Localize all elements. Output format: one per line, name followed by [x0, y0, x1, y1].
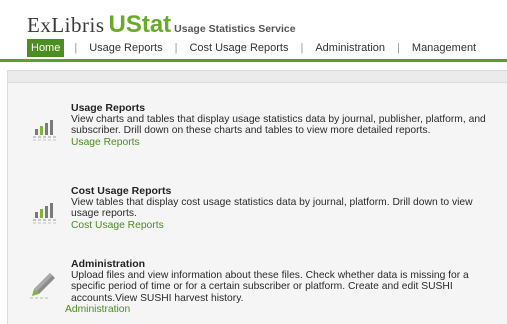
- bar-chart-icon: [32, 117, 60, 143]
- nav-separator: |: [397, 42, 400, 54]
- cost-usage-reports-link[interactable]: Cost Usage Reports: [71, 220, 491, 231]
- section-title: Usage Reports: [71, 102, 146, 114]
- section-title: Administration: [71, 258, 146, 270]
- section-title: Cost Usage Reports: [71, 185, 172, 197]
- main-nav: Home | Usage Reports | Cost Usage Reports | Ad…: [27, 39, 478, 57]
- section-text: Usage Reports View charts and tables tha…: [71, 102, 491, 148]
- nav-usage-reports[interactable]: Usage Reports: [87, 39, 164, 57]
- content-top-strip: [8, 71, 507, 83]
- ustat-logo: UStat: [108, 11, 172, 38]
- section-description: View charts and tables that display usag…: [71, 114, 486, 137]
- nav-management[interactable]: Management: [410, 39, 478, 57]
- nav-administration[interactable]: Administration: [313, 39, 387, 57]
- nav-separator: |: [74, 42, 78, 54]
- administration-link[interactable]: Administration: [65, 304, 491, 315]
- exlibris-logo: ExLibris: [27, 13, 105, 37]
- nav-cost-usage-reports[interactable]: Cost Usage Reports: [187, 39, 290, 57]
- section-description: View tables that display cost usage stat…: [71, 197, 473, 220]
- usage-reports-link[interactable]: Usage Reports: [71, 137, 491, 148]
- header: ExLibris UStat Usage Statistics Service Ho…: [0, 0, 507, 62]
- nav-separator: |: [300, 42, 304, 54]
- section-text: Cost Usage Reports View tables that disp…: [71, 185, 491, 231]
- brand-logo[interactable]: ExLibris UStat Usage Statistics Service: [27, 11, 296, 38]
- nav-separator: |: [174, 42, 178, 54]
- main-content: Usage Reports View charts and tables tha…: [7, 70, 507, 324]
- pencil-icon: [28, 270, 56, 299]
- section-text: Administration Upload files and view inf…: [65, 258, 491, 315]
- bar-chart-icon: [32, 200, 60, 226]
- section-description: Upload files and view information about …: [71, 270, 469, 304]
- service-name: Usage Statistics Service: [174, 23, 296, 35]
- nav-underline: [0, 59, 507, 62]
- nav-home[interactable]: Home: [27, 39, 65, 57]
